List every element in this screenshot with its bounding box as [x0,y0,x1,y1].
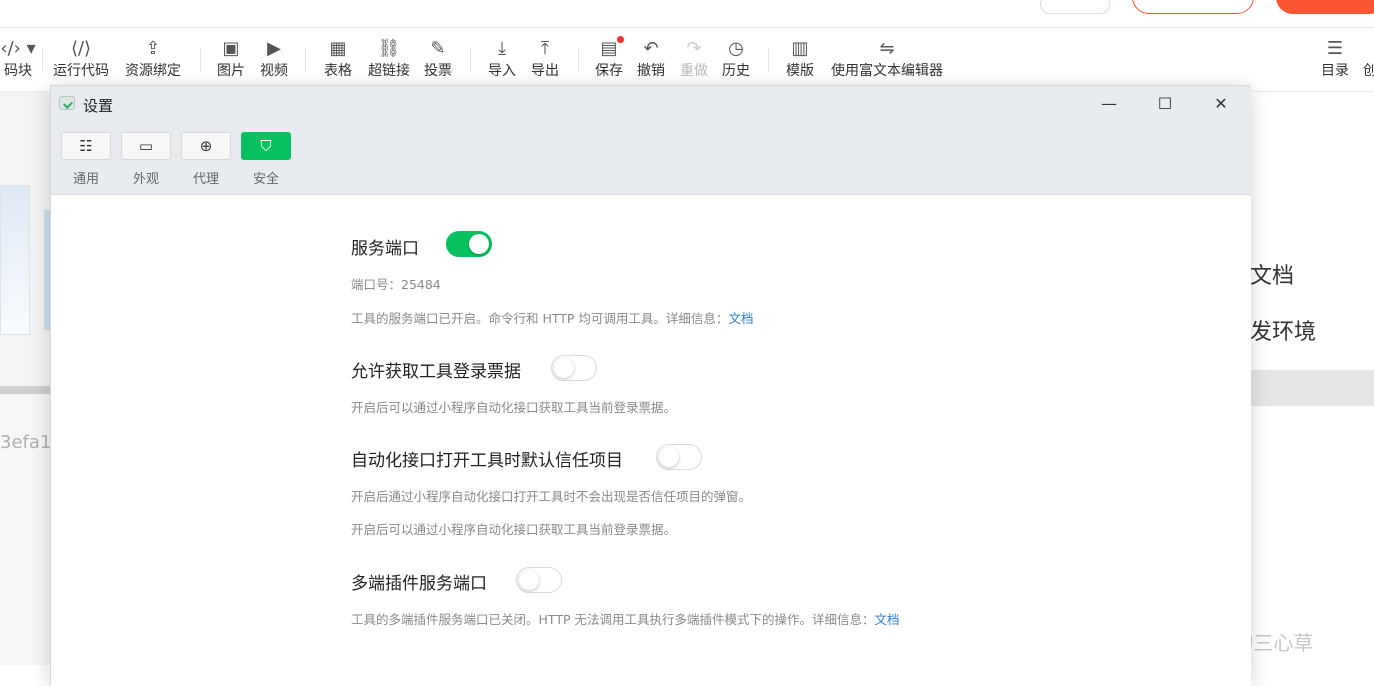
import-button[interactable]: ⤓ 导入 [485,38,519,80]
toc-button[interactable]: ☰ 目录 [1318,38,1352,80]
right-highlight-band [1250,370,1374,406]
multi-port-title: 多端插件服务端口 [351,574,487,594]
left-divider [0,386,50,394]
right-partial-text-docs: 文档 [1250,264,1295,289]
history-icon: ◷ [728,38,744,59]
toggle-knob [659,447,679,467]
login-ticket-desc: 开启后可以通过小程序自动化接口获取工具当前登录票据。 [351,400,677,415]
auto-trust-desc: 开启后通过小程序自动化接口打开工具时不会出现是否信任项目的弹窗。 [351,489,752,504]
toggle-knob [554,358,574,378]
service-port-desc: 工具的服务端口已开启。命令行和 HTTP 均可调用工具。详细信息：文档 [351,311,754,326]
auto-trust-title: 自动化接口打开工具时默认信任项目 [351,451,623,471]
multi-port-desc: 工具的多端插件服务端口已关闭。HTTP 无法调用工具执行多端插件模式下的操作。详… [351,612,900,627]
minimize-button[interactable]: — [1081,86,1137,122]
toolbar-divider [578,48,579,72]
create-icon [1360,38,1374,60]
login-ticket-toggle[interactable] [551,355,597,381]
maximize-button[interactable]: ☐ [1137,86,1193,122]
image-button[interactable]: ▣ 图片 [214,38,248,80]
settings-tabs: ☷ 通用 ▭ 外观 ⊕ 代理 ⛉ 安全 [51,122,1251,195]
create-button[interactable]: 创 [1360,38,1374,80]
toggle-knob [519,570,539,590]
settings-dialog: 设置 — ☐ ✕ ☷ 通用 ▭ 外观 ⊕ 代理 ⛉ 安全 服务端口 端口号：25… [50,85,1251,686]
run-code-icon: ⟨/⟩ [70,38,92,59]
tab-security[interactable]: ⛉ 安全 [241,132,291,187]
auto-trust-toggle[interactable] [656,444,702,470]
app-logo-icon [59,96,75,110]
export-icon: ⤒ [541,38,549,59]
hyperlink-button[interactable]: ⛓ 超链接 [364,38,414,80]
service-port-toggle[interactable] [446,231,492,257]
top-publish-button[interactable] [1276,0,1374,14]
top-header [0,0,1374,28]
save-icon: ▤ [600,36,624,60]
switch-richtext-button[interactable]: ⇋ 使用富文本编辑器 [826,38,948,80]
toolbar-divider [768,48,769,72]
table-button[interactable]: ▦ 表格 [321,38,355,80]
code-block-icon: ‹/› ▾ [0,38,36,59]
globe-icon: ⊕ [181,132,231,160]
save-button[interactable]: ▤ 保存 [592,36,626,80]
multi-port-doc-link[interactable]: 文档 [874,612,899,627]
tab-appearance[interactable]: ▭ 外观 [121,132,171,187]
dialog-titlebar[interactable]: 设置 — ☐ ✕ [51,86,1251,122]
toggle-knob [469,234,489,254]
history-button[interactable]: ◷ 历史 [719,38,753,80]
service-port-title: 服务端口 [351,239,419,259]
undo-icon: ↶ [643,38,659,59]
undo-button[interactable]: ↶ 撤销 [634,38,668,80]
tab-proxy[interactable]: ⊕ 代理 [181,132,231,187]
service-port-number: 端口号：25484 [351,277,441,292]
export-button[interactable]: ⤒ 导出 [528,38,562,80]
toolbar-divider [305,48,306,72]
table-icon: ▦ [329,38,347,59]
preview-thumbnail [0,185,30,335]
top-counter [1040,0,1110,14]
security-settings-panel: 服务端口 端口号：25484 工具的服务端口已开启。命令行和 HTTP 均可调用… [51,196,1251,686]
redo-button[interactable]: ↷ 重做 [677,38,711,80]
vote-icon: ✎ [430,38,446,59]
sliders-icon: ☷ [61,132,111,160]
upload-resource-icon: ⇪ [145,38,161,59]
redo-icon: ↷ [686,38,702,59]
close-button[interactable]: ✕ [1193,86,1249,122]
login-ticket-title: 允许获取工具登录票据 [351,362,521,382]
editor-toolbar: ‹/› ▾ 码块 ⟨/⟩ 运行代码 ⇪ 资源绑定 ▣ 图片 ▶ 视频 ▦ 表格 … [0,30,1374,92]
vote-button[interactable]: ✎ 投票 [421,38,455,80]
top-outline-button[interactable] [1132,0,1254,14]
template-icon: ▥ [791,38,809,59]
image-icon: ▣ [222,38,240,59]
code-block-button[interactable]: ‹/› ▾ 码块 [0,38,40,80]
shield-icon: ⛉ [241,132,291,160]
import-icon: ⤓ [498,38,506,59]
resource-bind-button[interactable]: ⇪ 资源绑定 [122,38,184,80]
service-port-doc-link[interactable]: 文档 [728,311,753,326]
dialog-title: 设置 [83,97,114,115]
window-icon: ▭ [121,132,171,160]
video-button[interactable]: ▶ 视频 [257,38,291,80]
toolbar-divider [42,48,43,72]
toc-icon: ☰ [1326,38,1344,59]
video-icon: ▶ [267,38,281,59]
template-button[interactable]: ▥ 模版 [783,38,817,80]
switch-editor-icon: ⇋ [879,38,895,59]
run-code-button[interactable]: ⟨/⟩ 运行代码 [50,38,112,80]
toolbar-divider [200,48,201,72]
auto-trust-desc-extra: 开启后可以通过小程序自动化接口获取工具当前登录票据。 [351,522,677,537]
tab-general[interactable]: ☷ 通用 [61,132,111,187]
link-icon: ⛓ [377,38,401,59]
multi-port-toggle[interactable] [516,567,562,593]
toolbar-divider [470,48,471,72]
unsaved-dot [616,36,624,43]
right-partial-text-env: 发环境 [1250,320,1317,345]
